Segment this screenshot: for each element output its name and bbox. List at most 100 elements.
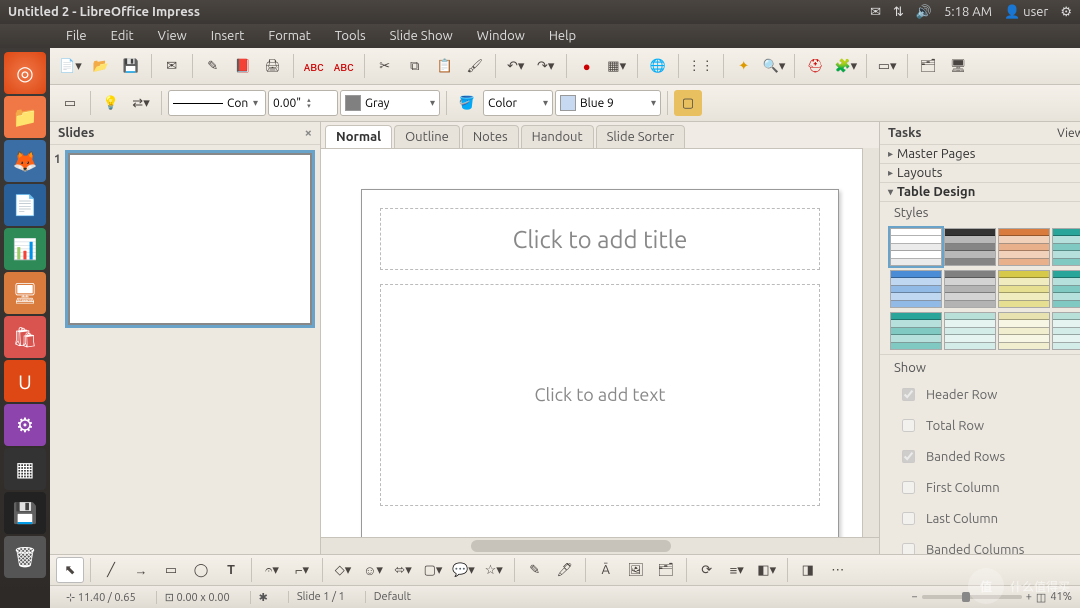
tab-normal[interactable]: Normal: [325, 125, 392, 148]
gluepoints-tool[interactable]: 🖊: [551, 557, 579, 583]
cut-button[interactable]: ✂: [371, 53, 399, 79]
select-tool[interactable]: ⬉: [56, 557, 84, 583]
fill-type-select[interactable]: Color▾: [483, 90, 553, 116]
from-file-tool[interactable]: 🖼: [622, 557, 650, 583]
open-button[interactable]: 📂: [87, 53, 115, 79]
interaction-tool[interactable]: ⋯: [824, 557, 852, 583]
title-placeholder[interactable]: Click to add title: [380, 208, 820, 270]
curve-tool[interactable]: 𝄐▾: [258, 557, 286, 583]
gallery-tool[interactable]: 🗂: [652, 557, 680, 583]
menu-file[interactable]: File: [56, 27, 97, 45]
basic-shapes-tool[interactable]: ◇▾: [329, 557, 357, 583]
undo-button[interactable]: ↶▾: [502, 53, 530, 79]
tab-handout[interactable]: Handout: [521, 125, 594, 148]
autospell-button[interactable]: ᴀʙᴄ: [330, 53, 358, 79]
section-table-design[interactable]: ▾Table Design: [880, 183, 1080, 202]
launcher-writer[interactable]: 📄: [4, 184, 46, 226]
sound-icon[interactable]: 🔊: [916, 5, 932, 20]
align-tool[interactable]: ≡▾: [723, 557, 751, 583]
mail-button[interactable]: ✉: [158, 53, 186, 79]
paste-button[interactable]: 📋: [431, 53, 459, 79]
content-placeholder[interactable]: Click to add text: [380, 284, 820, 506]
table-style-option[interactable]: [944, 228, 996, 266]
zoom-fit-icon[interactable]: ◫: [1036, 591, 1046, 604]
table-style-option[interactable]: [1052, 228, 1080, 266]
slide-design-button[interactable]: 🗂: [914, 53, 942, 79]
slide-button[interactable]: ▭▾: [873, 53, 901, 79]
save-button[interactable]: 💾: [117, 53, 145, 79]
tab-slidesorter[interactable]: Slide Sorter: [596, 125, 686, 148]
tasks-view-menu[interactable]: View: [1057, 127, 1080, 140]
tab-notes[interactable]: Notes: [462, 125, 519, 148]
hyperlink-button[interactable]: 🌐: [644, 53, 672, 79]
launcher-calc[interactable]: 📊: [4, 228, 46, 270]
redo-button[interactable]: ↷▾: [532, 53, 560, 79]
table-style-option[interactable]: [890, 270, 942, 308]
slide[interactable]: Click to add title Click to add text: [361, 189, 839, 537]
launcher-ubuntuone[interactable]: U: [4, 360, 46, 402]
launcher-dash[interactable]: ◎: [4, 52, 46, 94]
fill-color-select[interactable]: Blue 9▾: [555, 90, 661, 116]
table-style-option[interactable]: [890, 228, 942, 266]
launcher-trash[interactable]: 🗑: [4, 536, 46, 578]
table-style-option[interactable]: [1052, 270, 1080, 308]
new-button[interactable]: 📄▾: [56, 53, 85, 79]
edit-toggle[interactable]: ✎: [199, 53, 227, 79]
ellipse-tool[interactable]: ◯: [187, 557, 215, 583]
opt-header-row[interactable]: Header Row: [880, 379, 1080, 410]
table-style-option[interactable]: [998, 228, 1050, 266]
spelling-button[interactable]: ᴀʙᴄ: [300, 53, 328, 79]
menu-format[interactable]: Format: [258, 27, 320, 45]
launcher-settings[interactable]: ⚙: [4, 404, 46, 446]
table-button[interactable]: ▦▾: [603, 53, 631, 79]
launcher-files[interactable]: 📁: [4, 96, 46, 138]
opt-total-row[interactable]: Total Row: [880, 410, 1080, 441]
extension-button[interactable]: 🧩▾: [831, 53, 860, 79]
table-style-option[interactable]: [1052, 312, 1080, 350]
opt-last-column[interactable]: Last Column: [880, 503, 1080, 534]
close-icon[interactable]: ×: [305, 126, 312, 140]
menu-window[interactable]: Window: [467, 27, 535, 45]
user-menu[interactable]: 👤 user: [1004, 5, 1048, 20]
section-layouts[interactable]: ▸Layouts: [880, 164, 1080, 183]
table-style-option[interactable]: [890, 312, 942, 350]
opt-banded-columns[interactable]: Banded Columns: [880, 534, 1080, 554]
gluepoints-button[interactable]: ⇄▾: [127, 90, 155, 116]
block-arrows-tool[interactable]: ⬄▾: [389, 557, 417, 583]
line-width-input[interactable]: 0.00"▴▾: [268, 90, 338, 116]
symbol-shapes-tool[interactable]: ☺▾: [359, 557, 387, 583]
flowchart-tool[interactable]: ▢▾: [419, 557, 447, 583]
zoom-in-icon[interactable]: +: [1026, 591, 1032, 603]
mail-icon[interactable]: ✉: [870, 5, 881, 20]
table-style-option[interactable]: [998, 312, 1050, 350]
table-style-option[interactable]: [944, 312, 996, 350]
line-tool[interactable]: ╱: [97, 557, 125, 583]
point-edit-button[interactable]: 💡: [97, 90, 125, 116]
connector-tool[interactable]: ⌐▾: [288, 557, 316, 583]
grid-button[interactable]: ⋮⋮: [685, 53, 717, 79]
arrow-tool[interactable]: →: [127, 557, 155, 583]
launcher-device[interactable]: 💾: [4, 492, 46, 534]
clone-format-button[interactable]: 🖌: [461, 53, 489, 79]
rectangle-tool[interactable]: ▭: [157, 557, 185, 583]
opt-first-column[interactable]: First Column: [880, 472, 1080, 503]
launcher-impress[interactable]: 🖥: [4, 272, 46, 314]
extrusion-tool[interactable]: ◨: [794, 557, 822, 583]
vertical-scrollbar[interactable]: [862, 148, 879, 538]
table-style-option[interactable]: [998, 270, 1050, 308]
slide-thumbnail[interactable]: 1: [68, 153, 312, 325]
pdf-export-button[interactable]: 📕: [229, 53, 257, 79]
launcher-firefox[interactable]: 🦊: [4, 140, 46, 182]
power-icon[interactable]: ⚙: [1060, 5, 1072, 20]
print-button[interactable]: 🖨: [259, 53, 287, 79]
rotate-tool[interactable]: ⟳: [693, 557, 721, 583]
opt-banded-rows[interactable]: Banded Rows: [880, 441, 1080, 472]
menu-slideshow[interactable]: Slide Show: [380, 27, 463, 45]
menu-help[interactable]: Help: [539, 27, 586, 45]
line-color-select[interactable]: Gray▾: [340, 90, 440, 116]
shadow-toggle[interactable]: ▢: [674, 90, 702, 116]
menu-insert[interactable]: Insert: [201, 27, 255, 45]
text-tool[interactable]: T: [217, 557, 245, 583]
zoom-out-icon[interactable]: −: [911, 591, 917, 603]
menu-view[interactable]: View: [148, 27, 197, 45]
